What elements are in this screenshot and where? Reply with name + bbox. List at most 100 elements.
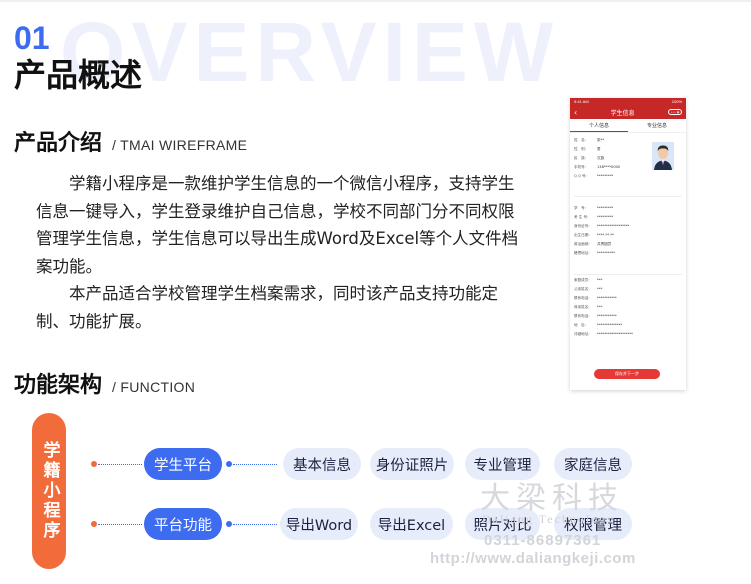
- phone-info-key: 姓 名:: [574, 138, 586, 142]
- student-photo: [652, 142, 674, 170]
- phone-tab-personal[interactable]: 个人信息: [570, 119, 628, 132]
- intro-title: 产品介绍: [14, 131, 103, 156]
- phone-info-key: 身份证号:: [574, 224, 590, 228]
- phone-tabs: 个人信息 专业信息: [570, 119, 686, 133]
- phone-status-bar: 9:41 AM 100%: [570, 98, 686, 105]
- phone-info-row: 联系电话: ***********: [574, 314, 617, 319]
- phone-info-key: 地 址:: [574, 323, 586, 327]
- phone-info-value: *********: [597, 215, 614, 219]
- connector-line: [98, 464, 142, 465]
- phone-info-row: 家庭成员: ***: [574, 278, 602, 283]
- intro-subtitle: / TMAI WIREFRAME: [112, 137, 248, 153]
- phone-info-key: 母亲姓名:: [574, 305, 590, 309]
- phone-info-row: 出生日期: ****-**-**: [574, 233, 614, 238]
- connector-dot: [226, 521, 232, 527]
- phone-info-key: 出生日期:: [574, 233, 590, 237]
- phone-info-value: ***********: [597, 314, 617, 318]
- phone-status-time: 9:41 AM: [574, 99, 589, 104]
- top-divider: [0, 0, 751, 2]
- root-label: 学籍小程序: [39, 441, 60, 541]
- phone-info-row: 详细地址: ********************: [574, 332, 633, 337]
- phone-info-value: ********************: [597, 332, 633, 336]
- phone-info-value: 男: [597, 147, 601, 151]
- phone-info-value: *********: [597, 206, 614, 210]
- phone-info-key: 政治面貌:: [574, 242, 590, 246]
- connector-dot: [91, 461, 97, 467]
- phone-info-row: 地 址: **************: [574, 323, 622, 328]
- phone-info-value: ***********: [597, 296, 617, 300]
- phone-info-key: 联系电话:: [574, 314, 590, 318]
- phone-info-key: 性 别:: [574, 147, 586, 151]
- phone-info-row: 父亲姓名: ***: [574, 287, 602, 292]
- phone-info-row: 民 族: 汉族: [574, 156, 604, 161]
- phone-info-key: 手机号:: [574, 165, 586, 169]
- phone-info-key: 父亲姓名:: [574, 287, 590, 291]
- phone-info-key: 籍贯地址:: [574, 251, 590, 255]
- capsule-menu-icon[interactable]: ••• ◉: [668, 109, 682, 115]
- save-next-button[interactable]: 保存并下一步: [594, 369, 660, 379]
- watermark-url: http://www.daliangkeji.com: [430, 550, 636, 567]
- phone-info-key: 详细地址:: [574, 332, 590, 336]
- phone-divider: [574, 274, 682, 275]
- phone-info-row: 考 生 号: *********: [574, 215, 613, 220]
- connector-line: [233, 464, 277, 465]
- phone-status-battery: 100%: [671, 99, 682, 104]
- node-platform-functions: 平台功能: [144, 508, 222, 540]
- phone-info-row: 学 号: *********: [574, 206, 613, 211]
- phone-info-value: ******************: [597, 224, 630, 228]
- company-watermark: 大梁科技 Daliang Technology 0311-86897361 ht…: [430, 470, 680, 580]
- phone-info-row: 母亲姓名: ***: [574, 305, 602, 310]
- phone-info-row: 籍贯地址: **********: [574, 251, 615, 256]
- phone-nav-bar: ‹ 学生信息 ••• ◉: [570, 105, 686, 119]
- intro-paragraph-2: 本产品适合学校管理学生档案需求，同时该产品支持功能定制、功能扩展。: [36, 284, 498, 331]
- phone-info-row: 政治面貌: 共青团员: [574, 242, 611, 247]
- avatar-icon: [652, 142, 674, 170]
- node-student-platform: 学生平台: [144, 448, 222, 480]
- phone-info-row: 姓 名: 张**: [574, 138, 604, 143]
- phone-info-value: 共青团员: [597, 242, 612, 246]
- phone-info-row: Q Q 号: *********: [574, 174, 613, 179]
- phone-info-row: 性 别: 男: [574, 147, 601, 152]
- phone-info-value: ***: [597, 278, 603, 282]
- connector-line: [98, 524, 142, 525]
- phone-info-row: 身份证号: ******************: [574, 224, 629, 229]
- function-heading: 功能架构 / FUNCTION: [14, 367, 195, 399]
- watermark-phone: 0311-86897361: [484, 532, 602, 549]
- node-export-word: 导出Word: [280, 508, 358, 540]
- phone-info-key: 家庭成员:: [574, 278, 590, 282]
- phone-mockup: 9:41 AM 100% ‹ 学生信息 ••• ◉ 个人信息 专业信息 姓 名:…: [570, 98, 686, 390]
- connector-dot: [226, 461, 232, 467]
- phone-nav-title: 学生信息: [610, 109, 635, 117]
- phone-info-value: ***: [597, 287, 603, 291]
- connector-dot: [91, 521, 97, 527]
- phone-info-row: 联系电话: ***********: [574, 296, 617, 301]
- phone-info-value: 138****0000: [597, 165, 621, 169]
- phone-tab-major[interactable]: 专业信息: [628, 119, 686, 132]
- phone-info-value: ***: [597, 305, 603, 309]
- phone-info-key: 学 号:: [574, 206, 586, 210]
- phone-info-key: 联系电话:: [574, 296, 590, 300]
- phone-info-value: **************: [597, 323, 623, 327]
- phone-info-key: Q Q 号:: [574, 174, 587, 178]
- phone-info-key: 民 族:: [574, 156, 586, 160]
- phone-info-value: **********: [597, 251, 615, 255]
- section-number: 01: [14, 20, 50, 56]
- phone-info-value: 张**: [597, 138, 605, 142]
- phone-info-value: *********: [597, 174, 614, 178]
- phone-info-value: 汉族: [597, 156, 605, 160]
- watermark-english-name: Daliang Technology: [482, 512, 616, 526]
- connector-line: [233, 524, 277, 525]
- intro-paragraph-1: 学籍小程序是一款维护学生信息的一个微信小程序，支持学生信息一键导入，学生登录维护…: [36, 174, 519, 276]
- intro-heading: 产品介绍 / TMAI WIREFRAME: [14, 125, 247, 157]
- intro-text: 学籍小程序是一款维护学生信息的一个微信小程序，支持学生信息一键导入，学生登录维护…: [36, 170, 526, 335]
- node-basic-info: 基本信息: [283, 448, 361, 480]
- back-icon[interactable]: ‹: [574, 108, 577, 117]
- root-node: 学籍小程序: [32, 413, 66, 569]
- phone-info-key: 考 生 号:: [574, 215, 589, 219]
- watermark-company-name: 大梁科技: [480, 481, 624, 516]
- function-title: 功能架构: [14, 373, 103, 398]
- phone-info-row: 手机号: 138****0000: [574, 165, 620, 170]
- phone-divider: [574, 196, 682, 197]
- page-title: 产品概述: [14, 56, 143, 94]
- function-subtitle: / FUNCTION: [112, 379, 196, 395]
